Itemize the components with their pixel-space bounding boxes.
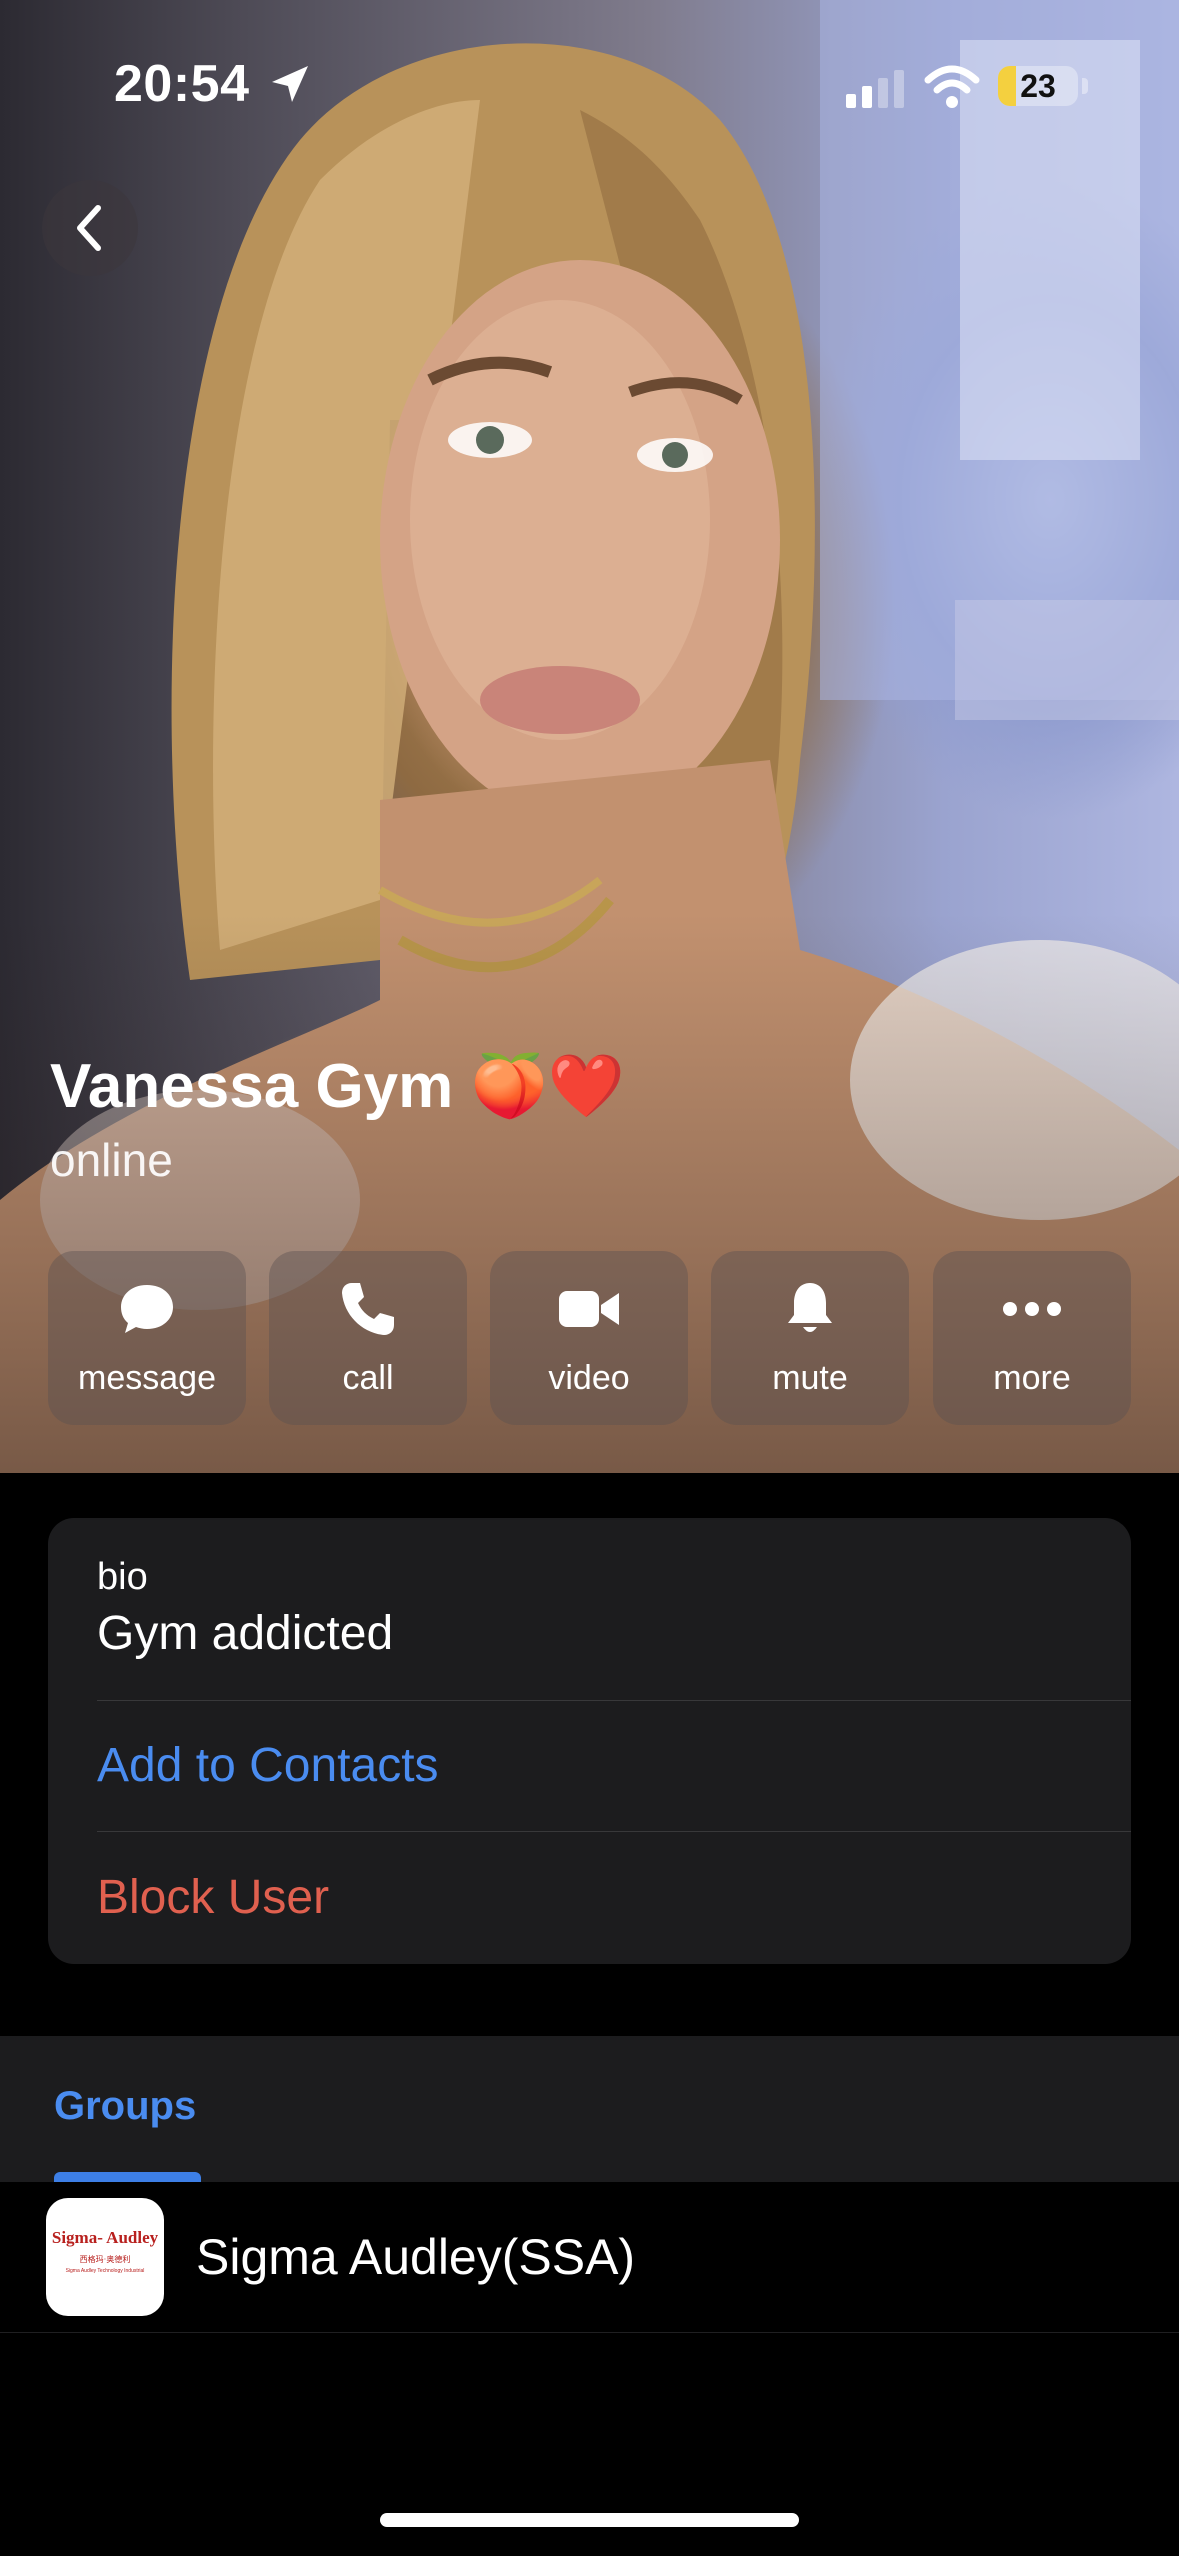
mute-button[interactable]: mute	[711, 1251, 909, 1425]
more-icon	[1003, 1302, 1061, 1316]
groups-tab-bar: Groups	[0, 2036, 1179, 2182]
divider	[0, 2332, 1179, 2333]
video-button[interactable]: video	[490, 1251, 688, 1425]
status-bar: 20:54 23	[0, 0, 1179, 170]
profile-actions: message call video mute more	[48, 1251, 1131, 1425]
message-button[interactable]: message	[48, 1251, 246, 1425]
chevron-left-icon	[77, 205, 101, 251]
profile-online-status: online	[50, 1134, 173, 1186]
group-avatar: Sigma- Audley 西格玛·奥德利 Sigma Audley Techn…	[46, 2198, 164, 2316]
group-list-item[interactable]: Sigma- Audley 西格玛·奥德利 Sigma Audley Techn…	[0, 2182, 1179, 2332]
message-icon	[121, 1285, 173, 1333]
video-label: video	[548, 1359, 630, 1397]
location-arrow-icon	[272, 66, 308, 102]
back-button[interactable]	[42, 180, 138, 276]
profile-name: Vanessa Gym 🍑❤️	[50, 1052, 625, 1121]
mute-label: mute	[772, 1359, 848, 1397]
battery-tip	[1082, 78, 1088, 94]
tab-active-indicator	[54, 2172, 201, 2182]
add-to-contacts-label: Add to Contacts	[97, 1739, 439, 1792]
more-label: more	[993, 1359, 1071, 1397]
call-button[interactable]: call	[269, 1251, 467, 1425]
battery-level: 23	[1020, 68, 1056, 104]
info-card: bio Gym addicted Add to Contacts Block U…	[48, 1518, 1131, 1964]
tab-groups[interactable]: Groups	[54, 2084, 196, 2129]
status-time: 20:54	[114, 55, 250, 113]
cellular-signal-icon	[846, 70, 904, 108]
group-avatar-logo-caption: Sigma Audley Technology Industrial	[65, 2268, 145, 2274]
bell-icon	[788, 1283, 832, 1332]
bio-label: bio	[97, 1556, 148, 1598]
wifi-icon	[924, 65, 980, 108]
group-avatar-logo-text: Sigma- Audley	[51, 2228, 159, 2247]
message-label: message	[78, 1359, 216, 1397]
bio-text: Gym addicted	[97, 1607, 394, 1660]
block-user-button[interactable]: Block User	[48, 1832, 1131, 1964]
group-name: Sigma Audley(SSA)	[196, 2229, 636, 2285]
home-indicator[interactable]	[380, 2513, 799, 2527]
battery-indicator: 23	[998, 66, 1078, 106]
group-avatar-logo-subtext: 西格玛·奥德利	[79, 2255, 131, 2264]
block-user-label: Block User	[97, 1871, 330, 1924]
add-to-contacts-button[interactable]: Add to Contacts	[48, 1700, 1131, 1830]
phone-icon	[342, 1283, 394, 1335]
more-button[interactable]: more	[933, 1251, 1131, 1425]
call-label: call	[342, 1359, 394, 1397]
video-icon	[559, 1291, 619, 1327]
